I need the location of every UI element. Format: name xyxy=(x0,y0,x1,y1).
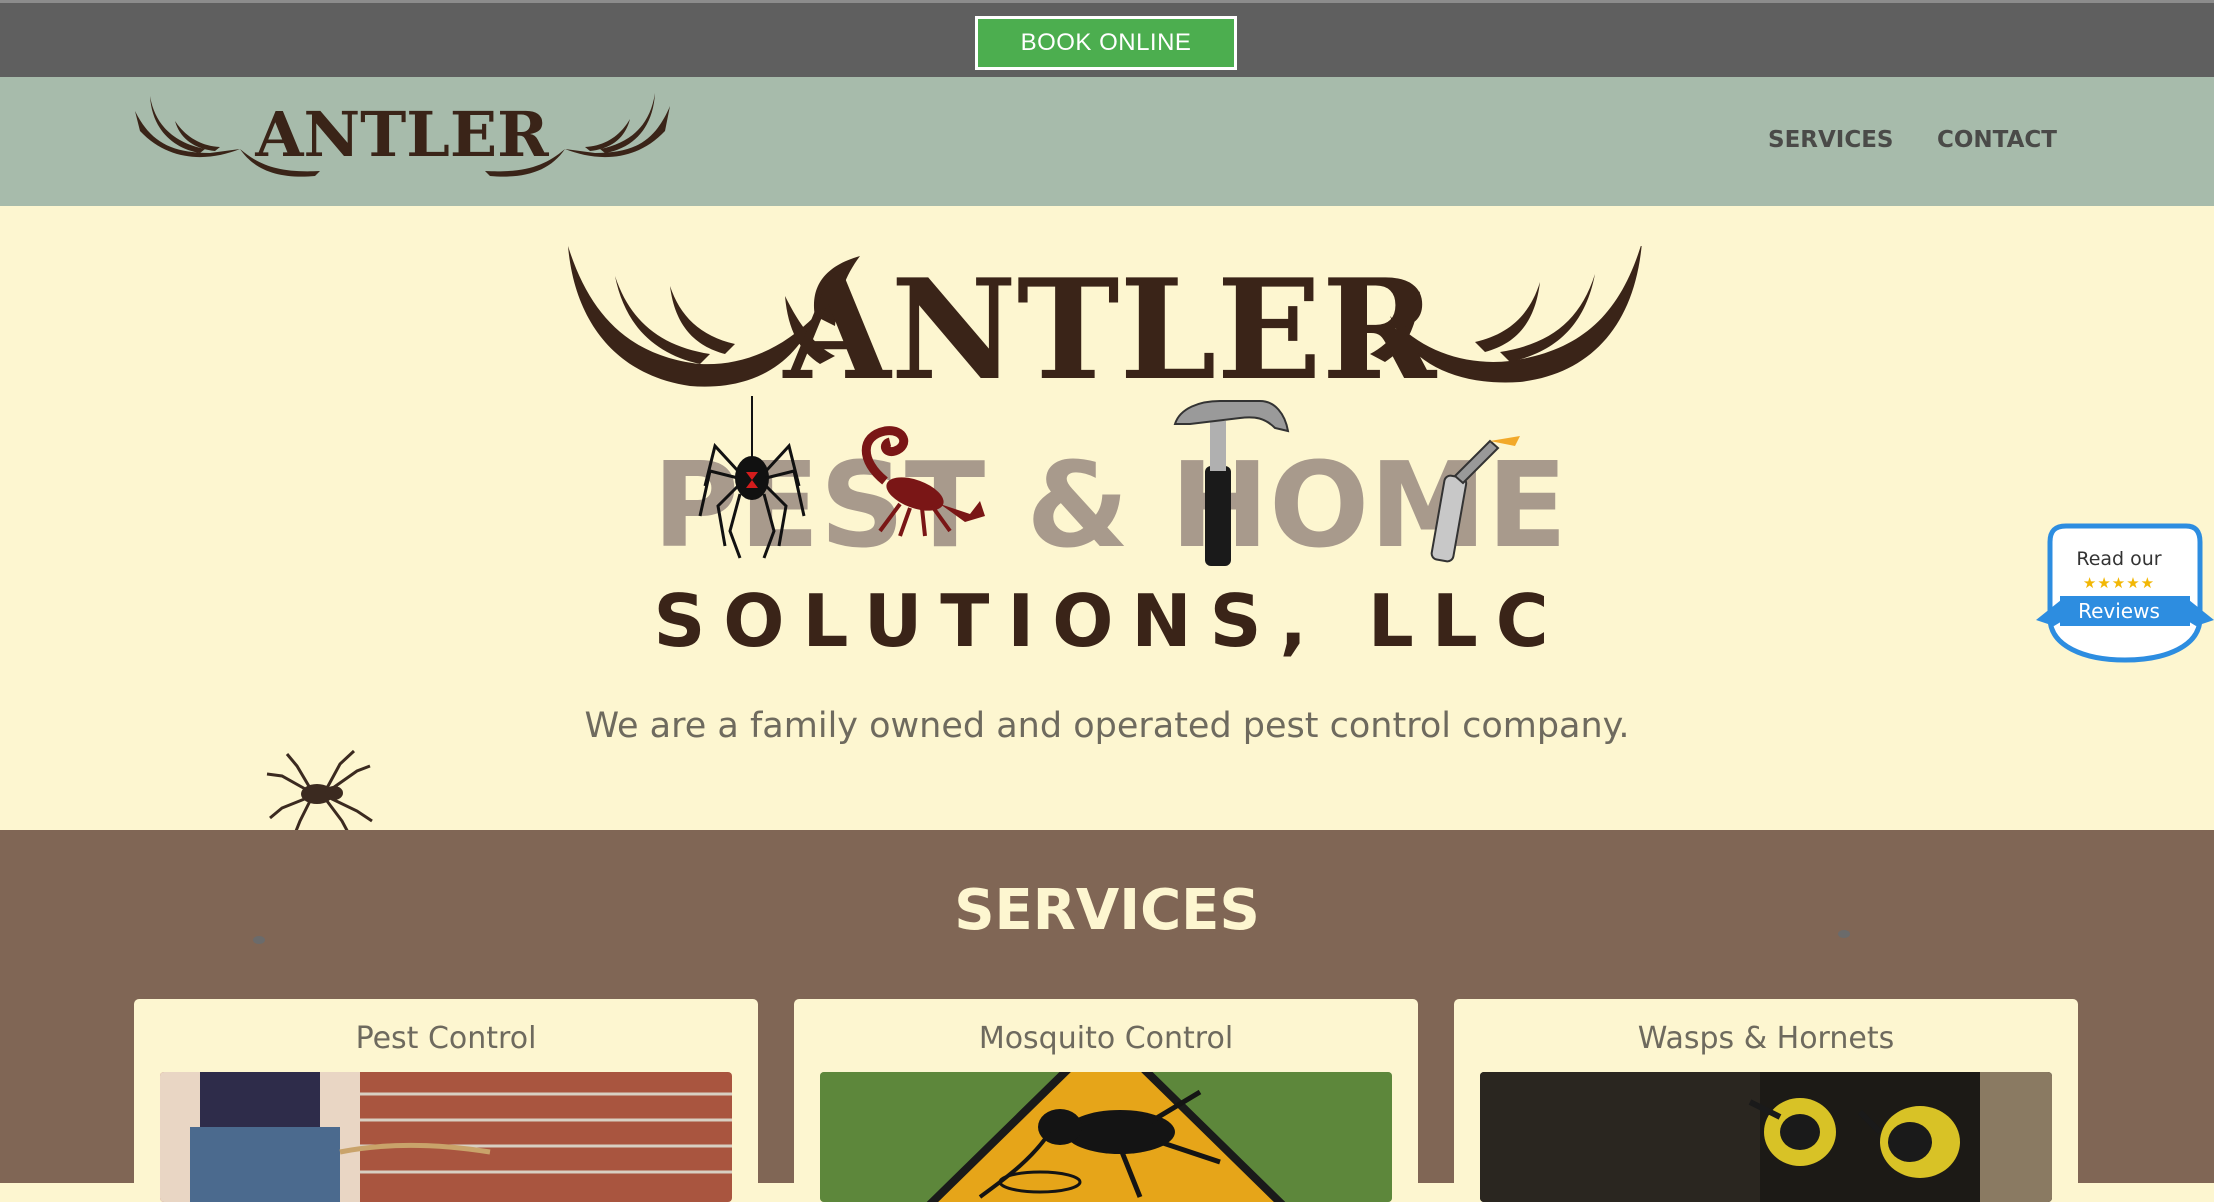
services-section: SERVICES Pest Control Mosquito Control W… xyxy=(0,830,2214,1202)
hero-logo-company: SOLUTIONS, LLC xyxy=(653,579,1566,663)
book-online-button[interactable]: BOOK ONLINE xyxy=(975,16,1237,70)
hero-logo: ANTLER PEST & HOME SOLUTIONS, LLC xyxy=(568,246,1642,663)
service-card-wasps-hornets[interactable]: Wasps & Hornets xyxy=(1454,999,2078,1202)
service-card-title: Wasps & Hornets xyxy=(1637,1021,1895,1056)
crawling-spider-icon xyxy=(266,749,373,836)
services-heading: SERVICES xyxy=(954,878,1260,943)
small-bug-icon xyxy=(1838,930,1850,938)
nav-services-link[interactable]: SERVICES xyxy=(1768,127,1894,153)
service-card-pest-control[interactable]: Pest Control xyxy=(134,999,758,1202)
service-card-title: Pest Control xyxy=(355,1021,537,1056)
top-bar: BOOK ONLINE xyxy=(0,0,2214,77)
service-card-title: Mosquito Control xyxy=(978,1021,1234,1056)
hero-tagline: We are a family owned and operated pest … xyxy=(584,706,1630,746)
reviews-stars-icon: ★★★★★ xyxy=(2082,574,2156,592)
reviews-line2: Reviews xyxy=(2078,599,2160,623)
hero-logo-title: ANTLER xyxy=(782,248,1438,411)
nav-logo-text: ANTLER xyxy=(254,98,549,171)
small-bug-icon xyxy=(253,936,265,944)
hero-section: ANTLER PEST & HOME SOLUTIONS, LLC We are… xyxy=(0,206,2214,836)
reviews-line1: Read our xyxy=(2076,548,2162,570)
service-card-mosquito-control[interactable]: Mosquito Control xyxy=(794,999,1418,1202)
reviews-badge[interactable]: Read our ★★★★★ Reviews xyxy=(2036,518,2214,668)
navbar: ANTLER SERVICES CONTACT xyxy=(0,77,2214,206)
reviews-badge-icon xyxy=(2036,523,2214,663)
nav-contact-link[interactable]: CONTACT xyxy=(1937,127,2057,153)
nav-logo[interactable]: ANTLER xyxy=(130,91,675,191)
hero-logo-subtitle: PEST & HOME xyxy=(653,436,1568,574)
